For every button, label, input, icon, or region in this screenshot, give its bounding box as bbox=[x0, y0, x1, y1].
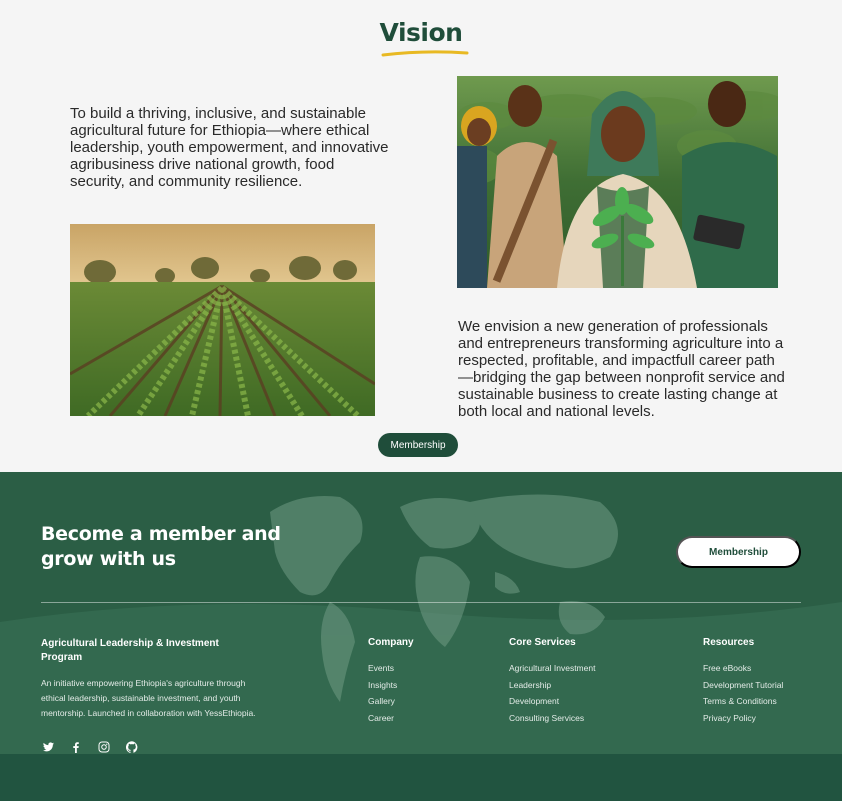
footer-column-core-services: Core Services Agricultural Investment Le… bbox=[509, 637, 595, 726]
footer-bottom-bar bbox=[0, 754, 842, 801]
footer-link-events[interactable]: Events bbox=[368, 660, 414, 677]
column-heading: Core Services bbox=[509, 637, 576, 648]
column-heading: Company bbox=[368, 637, 414, 648]
column-heading: Resources bbox=[703, 637, 755, 648]
footer-divider bbox=[41, 602, 801, 603]
footer: Become a member and grow with us Members… bbox=[0, 472, 842, 801]
footer-link-development-tutorial[interactable]: Development Tutorial bbox=[703, 677, 783, 694]
github-icon[interactable] bbox=[125, 740, 139, 754]
footer-link-leadership[interactable]: Leadership bbox=[509, 677, 595, 694]
footer-link-insights[interactable]: Insights bbox=[368, 677, 414, 694]
farmers-photo bbox=[457, 76, 778, 288]
cta-title: Become a member and grow with us bbox=[41, 523, 281, 570]
footer-link-career[interactable]: Career bbox=[368, 710, 414, 727]
footer-link-development[interactable]: Development bbox=[509, 693, 595, 710]
footer-column-resources: Resources Free eBooks Development Tutori… bbox=[703, 637, 783, 726]
org-description: An initiative empowering Ethiopia's agri… bbox=[41, 678, 256, 718]
org-name: Agricultural Leadership & Investment Pro… bbox=[41, 638, 219, 663]
footer-link-privacy-policy[interactable]: Privacy Policy bbox=[703, 710, 783, 727]
title-underline bbox=[381, 50, 469, 57]
twitter-icon[interactable] bbox=[41, 740, 55, 754]
vision-paragraph-2: We envision a new generation of professi… bbox=[458, 318, 785, 420]
footer-column-company: Company Events Insights Gallery Career bbox=[368, 637, 414, 726]
social-links bbox=[41, 740, 139, 754]
footer-link-terms[interactable]: Terms & Conditions bbox=[703, 693, 783, 710]
footer-link-free-ebooks[interactable]: Free eBooks bbox=[703, 660, 783, 677]
vision-section: Vision To build a thriving, inclusive, a… bbox=[0, 0, 842, 472]
footer-link-gallery[interactable]: Gallery bbox=[368, 693, 414, 710]
instagram-icon[interactable] bbox=[97, 740, 111, 754]
footer-link-consulting-services[interactable]: Consulting Services bbox=[509, 710, 595, 727]
vision-title: Vision bbox=[379, 18, 463, 47]
vision-paragraph-1: To build a thriving, inclusive, and sust… bbox=[70, 105, 389, 190]
facebook-icon[interactable] bbox=[69, 740, 83, 754]
membership-button[interactable]: Membership bbox=[378, 433, 458, 457]
crop-field-photo bbox=[70, 224, 375, 416]
footer-membership-button[interactable]: Membership bbox=[676, 536, 801, 568]
footer-link-agricultural-investment[interactable]: Agricultural Investment bbox=[509, 660, 595, 677]
